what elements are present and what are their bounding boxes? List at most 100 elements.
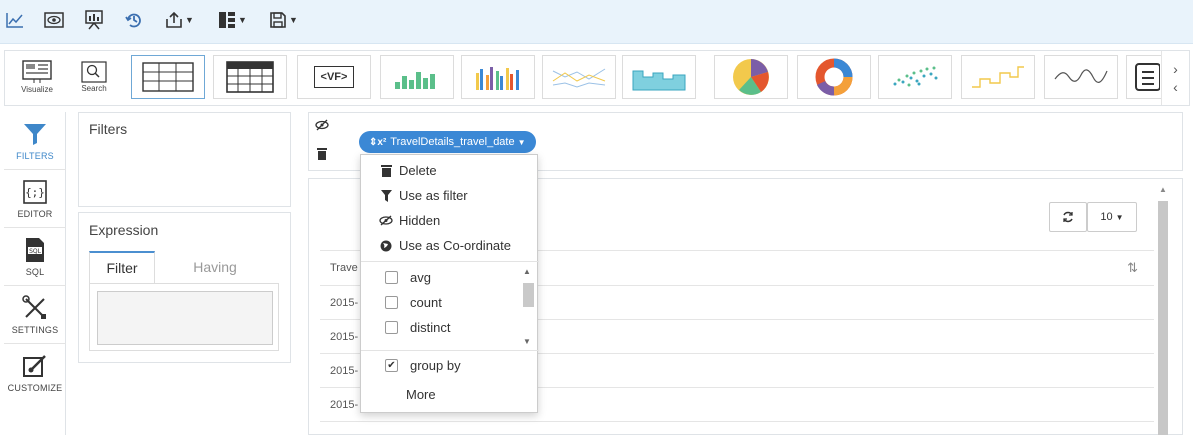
- aggregate-scrollbar[interactable]: ▲ ▼: [521, 263, 535, 349]
- table-cell: 2015-: [330, 330, 359, 343]
- menu-item-use-as-filter[interactable]: Use as filter: [361, 183, 539, 208]
- menu-item-hidden[interactable]: Hidden: [361, 208, 539, 233]
- gallery-scroll: › ‹: [1161, 51, 1189, 105]
- menu-item-more[interactable]: More: [361, 382, 539, 407]
- svg-text:{;}: {;}: [25, 186, 45, 199]
- menu-divider: [361, 350, 539, 351]
- sort-x-icon: ⇕x²: [369, 136, 387, 148]
- expression-tabs: Filter Having: [89, 251, 279, 283]
- vf-label: <VF>: [313, 66, 355, 88]
- pie-chart-tile[interactable]: [714, 55, 788, 99]
- axis-field-label: TravelDetails_travel_date: [390, 136, 515, 148]
- scroll-thumb[interactable]: [1158, 201, 1168, 435]
- layout-icon[interactable]: ▼: [218, 8, 247, 32]
- chevron-left-icon[interactable]: ‹: [1173, 78, 1178, 96]
- grouped-bar-chart-icon: [476, 67, 519, 90]
- menu-item-use-as-coordinate[interactable]: Use as Co-ordinate: [361, 233, 539, 258]
- aggregate-label: avg: [410, 270, 431, 285]
- aggregate-avg[interactable]: avg: [385, 265, 431, 290]
- step-chart-icon: [972, 66, 1024, 88]
- scatter-chart-icon: [893, 66, 938, 87]
- table-scrollbar[interactable]: ▲: [1156, 179, 1170, 435]
- scatter-chart-tile[interactable]: [878, 55, 952, 99]
- globe-icon: [379, 240, 393, 252]
- tab-having[interactable]: Having: [175, 251, 255, 283]
- refresh-icon: [1063, 211, 1073, 223]
- scroll-down-icon[interactable]: ▼: [523, 337, 531, 346]
- aggregate-distinct[interactable]: distinct: [385, 315, 450, 340]
- aggregate-label: distinct: [410, 320, 451, 335]
- checkbox[interactable]: [385, 296, 398, 309]
- pivot-table-tile[interactable]: [213, 55, 287, 99]
- top-toolbar: ▼ ▼ ▼: [0, 0, 1193, 44]
- preview-icon[interactable]: [44, 8, 64, 32]
- save-icon[interactable]: ▼: [269, 8, 298, 32]
- page-size-select[interactable]: 10 ▼: [1087, 202, 1137, 232]
- nav-editor[interactable]: {;} EDITOR: [4, 170, 66, 228]
- aggregate-list: avg count distinct ▲ ▼: [361, 263, 539, 349]
- scroll-thumb[interactable]: [523, 283, 534, 307]
- checkbox[interactable]: [385, 271, 398, 284]
- expression-title: Expression: [89, 222, 159, 238]
- line-chart-icon[interactable]: [6, 8, 24, 32]
- filters-title: Filters: [89, 121, 128, 137]
- visualize-label: Visualize: [21, 85, 53, 94]
- history-icon[interactable]: [124, 8, 144, 32]
- table-icon: [142, 62, 194, 92]
- eye-slash-icon[interactable]: [315, 119, 329, 134]
- axis-field-pill[interactable]: ⇕x² TravelDetails_travel_date ▼: [359, 131, 536, 153]
- sort-icon[interactable]: ⇅: [1127, 260, 1138, 276]
- table-chart-tile[interactable]: [131, 55, 205, 99]
- nav-settings[interactable]: SETTINGS: [4, 286, 66, 344]
- bar-chart-tile[interactable]: [380, 55, 454, 99]
- presentation-icon[interactable]: [85, 8, 103, 32]
- menu-item-label: Hidden: [399, 213, 441, 228]
- aggregate-count[interactable]: count: [385, 290, 442, 315]
- menu-item-label: Use as filter: [399, 188, 468, 203]
- tab-filter[interactable]: Filter: [89, 251, 155, 283]
- area-chart-tile[interactable]: [622, 55, 696, 99]
- nav-filters[interactable]: FILTERS: [4, 112, 66, 170]
- table-cell: 2015-: [330, 296, 359, 309]
- page-size-value: 10: [1100, 211, 1113, 223]
- nav-filters-label: FILTERS: [16, 150, 54, 161]
- sparkline-chart-tile[interactable]: [1044, 55, 1118, 99]
- chevron-down-icon: ▼: [1115, 212, 1124, 222]
- list-chart-tile[interactable]: [1126, 55, 1166, 99]
- multi-line-chart-icon: [552, 68, 606, 88]
- field-context-menu: Delete Use as filter Hidden Use as Co-or…: [360, 154, 539, 413]
- step-chart-tile[interactable]: [961, 55, 1035, 99]
- aggregate-group-by[interactable]: ✔ group by: [385, 353, 461, 378]
- menu-item-delete[interactable]: Delete: [361, 158, 539, 183]
- sql-file-icon: SQL: [26, 237, 44, 262]
- expression-input[interactable]: [97, 291, 273, 345]
- nav-sql[interactable]: SQL SQL: [4, 228, 66, 286]
- donut-chart-tile[interactable]: [797, 55, 871, 99]
- vf-chart-tile[interactable]: <VF>: [297, 55, 371, 99]
- scroll-up-icon[interactable]: ▲: [523, 267, 531, 276]
- chevron-down-icon: ▼: [517, 137, 526, 147]
- donut-chart-icon: [815, 58, 853, 96]
- trash-icon[interactable]: [316, 147, 328, 163]
- nav-settings-label: SETTINGS: [11, 324, 59, 335]
- nav-customize[interactable]: CUSTOMIZE: [4, 344, 66, 402]
- pivot-table-icon: [226, 61, 274, 93]
- aggregate-label: group by: [410, 358, 461, 373]
- nav-customize-label: CUSTOMIZE: [7, 383, 63, 393]
- funnel-icon: [24, 123, 46, 145]
- search-button[interactable]: Search: [75, 55, 113, 99]
- grouped-bar-chart-tile[interactable]: [461, 55, 535, 99]
- checkbox[interactable]: [385, 321, 398, 334]
- table-cell: 2015-: [330, 398, 359, 411]
- chevron-right-icon[interactable]: ›: [1173, 60, 1178, 78]
- refresh-button[interactable]: [1049, 202, 1087, 232]
- table-cell: 2015-: [330, 364, 359, 377]
- scroll-up-icon[interactable]: ▲: [1159, 185, 1167, 194]
- search-label: Search: [81, 84, 107, 93]
- chevron-down-icon: ▼: [289, 15, 298, 25]
- checkbox-checked[interactable]: ✔: [385, 359, 398, 372]
- share-icon[interactable]: ▼: [165, 8, 194, 32]
- visualize-button[interactable]: Visualize: [14, 55, 60, 99]
- column-header[interactable]: Trave: [330, 262, 358, 274]
- line-chart-tile[interactable]: [542, 55, 616, 99]
